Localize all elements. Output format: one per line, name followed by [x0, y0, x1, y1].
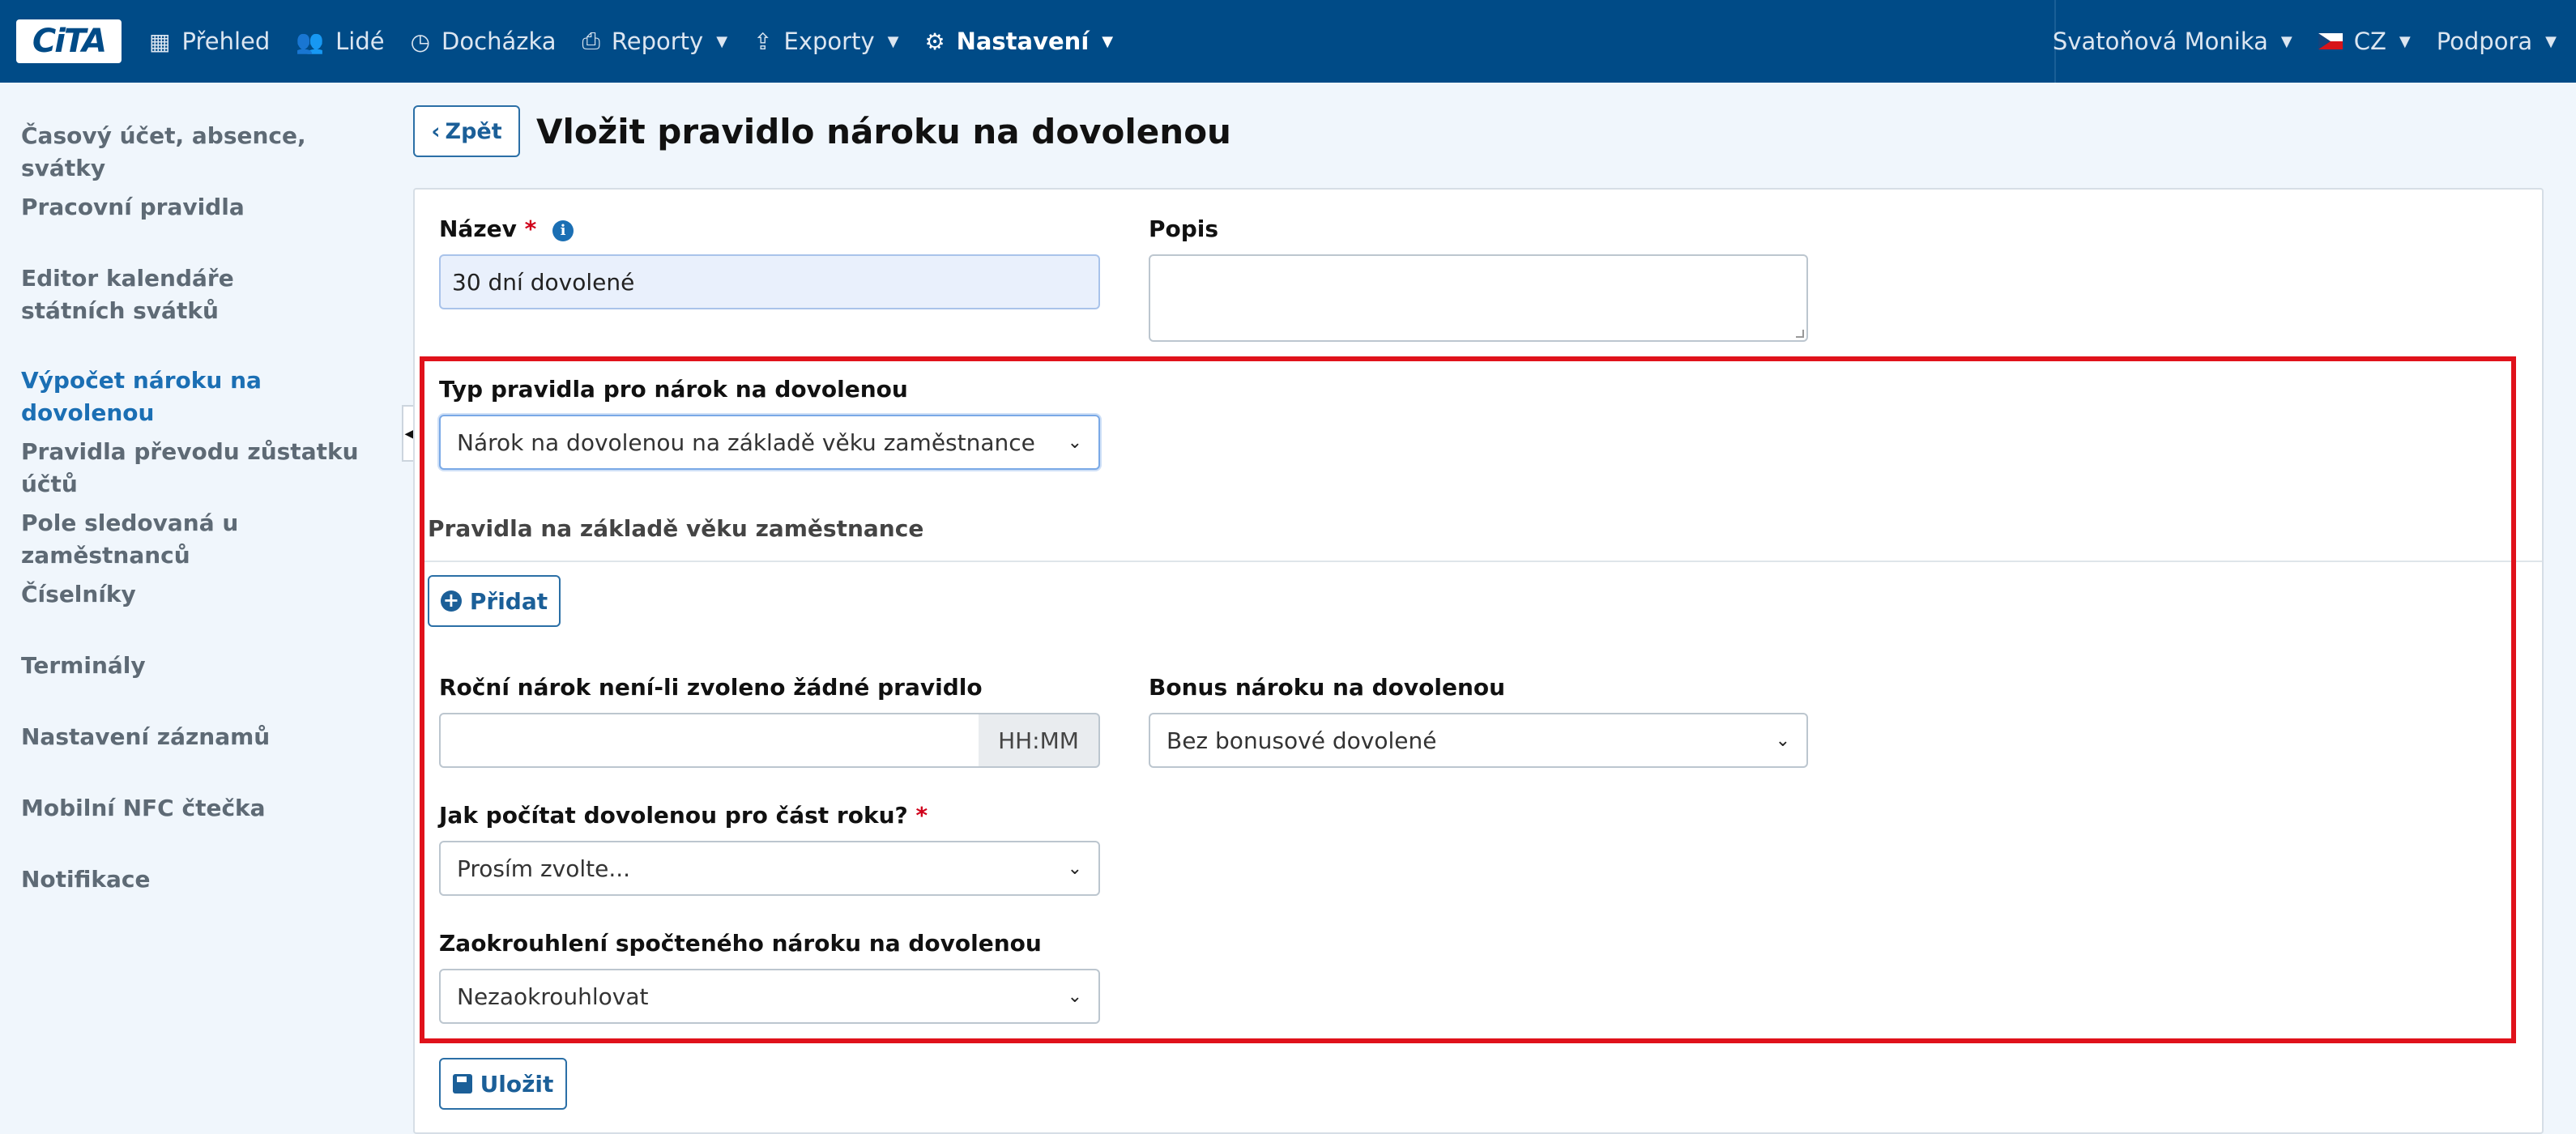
nav-item-dochazka[interactable]: ◷ Docházka	[398, 0, 569, 83]
back-button-label: Zpět	[445, 118, 502, 144]
name-input[interactable]: 30 dní dovolené	[439, 254, 1100, 309]
brand[interactable]: CiTA	[0, 0, 138, 83]
nav-item-nastaveni[interactable]: ⚙ Nastavení ▼	[911, 0, 1126, 83]
info-icon[interactable]: i	[552, 220, 574, 241]
nav-item-label: Přehled	[181, 28, 271, 55]
sidebar-item-balance-transfer[interactable]: Pravidla převodu zůstatku účtů	[0, 436, 389, 501]
nav-item-prehled[interactable]: ▦ Přehled	[138, 0, 283, 83]
sidebar-item-time-account[interactable]: Časový účet, absence, svátky	[0, 120, 389, 185]
partial-year-label: Jak počítat dovolenou pro část roku? *	[439, 802, 928, 829]
resize-grip-icon[interactable]	[1796, 330, 1804, 338]
nav-item-lide[interactable]: 👥 Lidé	[283, 0, 397, 83]
partial-year-value: Prosím zvolte...	[457, 855, 631, 882]
users-icon: 👥	[296, 28, 325, 55]
chevron-left-icon: ‹	[431, 118, 441, 144]
nav-item-label: Docházka	[441, 28, 557, 55]
support-label: Podpora	[2436, 28, 2533, 55]
partial-year-label-text: Jak počítat dovolenou pro část roku?	[439, 802, 908, 829]
sidebar-item-codebooks[interactable]: Číselníky	[0, 578, 157, 611]
annual-entitlement-label: Roční nárok není-li zvoleno žádné pravid…	[439, 674, 983, 701]
caret-down-icon: ▼	[2545, 32, 2557, 50]
rule-type-label: Typ pravidla pro nárok na dovolenou	[439, 376, 908, 403]
time-format-label: HH:MM	[998, 727, 1079, 754]
bonus-value: Bez bonusové dovolené	[1166, 727, 1437, 754]
nav-item-exporty[interactable]: ⇪ Exporty ▼	[740, 0, 911, 83]
required-marker: *	[524, 215, 537, 242]
name-input-value: 30 dní dovolené	[452, 268, 635, 296]
language-menu[interactable]: CZ ▼	[2305, 0, 2424, 83]
page-title: Vložit pravidlo nároku na dovolenou	[536, 112, 1231, 151]
print-icon: ⎙	[582, 28, 600, 54]
user-name: Svatoňová Monika	[2052, 28, 2268, 55]
caret-down-icon: ▼	[2280, 32, 2292, 50]
grid-icon: ▦	[149, 28, 171, 55]
chevron-down-icon: ⌄	[1067, 432, 1082, 453]
clock-icon: ◷	[410, 28, 431, 55]
user-menu[interactable]: Svatoňová Monika ▼	[2040, 0, 2305, 83]
sidebar-item-record-settings[interactable]: Nastavení záznamů	[0, 721, 291, 753]
sidebar-item-work-rules[interactable]: Pracovní pravidla	[0, 191, 266, 224]
time-format-addon: HH:MM	[979, 713, 1100, 768]
caret-down-icon: ▼	[887, 32, 899, 50]
caret-down-icon: ▼	[716, 32, 728, 50]
add-rule-button[interactable]: + Přidat	[428, 575, 561, 627]
name-label: Název * i	[439, 215, 574, 242]
save-button[interactable]: Uložit	[439, 1058, 567, 1110]
rule-type-value: Nárok na dovolenou na základě věku zaměs…	[457, 428, 1035, 456]
name-label-text: Název	[439, 215, 517, 242]
export-icon: ⇪	[753, 28, 773, 55]
nav-right: Svatoňová Monika ▼ CZ ▼ Podpora ▼	[2040, 0, 2576, 83]
nav-item-label: Nastavení	[956, 28, 1090, 55]
sidebar-item-holiday-calendar[interactable]: Editor kalendáře státních svátků	[0, 262, 356, 327]
plus-circle-icon: +	[440, 590, 462, 612]
rounding-value: Nezaokrouhlovat	[457, 983, 649, 1010]
chevron-down-icon: ⌄	[1775, 730, 1790, 751]
save-button-label: Uložit	[480, 1070, 554, 1098]
rule-type-select[interactable]: Nárok na dovolenou na základě věku zaměs…	[439, 415, 1100, 470]
gear-icon: ⚙	[924, 28, 945, 55]
nav-item-label: Reporty	[611, 28, 704, 55]
support-menu[interactable]: Podpora ▼	[2424, 0, 2576, 83]
cita-logo[interactable]: CiTA	[16, 19, 122, 63]
sidebar-item-notifications[interactable]: Notifikace	[0, 863, 172, 896]
partial-year-select[interactable]: Prosím zvolte... ⌄	[439, 841, 1100, 896]
chevron-down-icon: ⌄	[1067, 858, 1082, 879]
required-marker: *	[915, 802, 928, 829]
top-navbar: CiTA ▦ Přehled 👥 Lidé ◷ Docházka ⎙ Repor…	[0, 0, 2576, 83]
caret-down-icon: ▼	[2399, 32, 2411, 50]
section-divider	[421, 561, 2542, 562]
nav-item-reporty[interactable]: ⎙ Reporty ▼	[569, 0, 741, 83]
bonus-select[interactable]: Bez bonusové dovolené ⌄	[1149, 713, 1808, 768]
bonus-label: Bonus nároku na dovolenou	[1149, 674, 1506, 701]
czech-flag-icon	[2318, 33, 2343, 49]
description-label: Popis	[1149, 215, 1219, 242]
sidebar-item-employee-fields[interactable]: Pole sledovaná u zaměstnanců	[0, 507, 389, 572]
settings-sidebar: Časový účet, absence, svátky Pracovní pr…	[0, 83, 389, 1134]
annual-entitlement-input[interactable]	[439, 713, 980, 768]
rounding-select[interactable]: Nezaokrouhlovat ⌄	[439, 969, 1100, 1024]
language-label: CZ	[2353, 28, 2386, 55]
age-rules-title: Pravidla na základě věku zaměstnance	[428, 515, 924, 542]
sidebar-item-vacation-entitlement[interactable]: Výpočet nároku na dovolenou	[0, 364, 389, 429]
caret-down-icon: ▼	[1102, 32, 1114, 50]
back-button[interactable]: ‹ Zpět	[413, 105, 520, 157]
sidebar-item-nfc-reader[interactable]: Mobilní NFC čtečka	[0, 792, 287, 825]
floppy-disk-icon	[452, 1074, 472, 1094]
description-textarea[interactable]	[1149, 254, 1808, 342]
sidebar-item-terminals[interactable]: Terminály	[0, 650, 167, 682]
nav-item-label: Lidé	[335, 28, 385, 55]
nav-item-label: Exporty	[783, 28, 875, 55]
add-rule-label: Přidat	[469, 587, 548, 615]
rounding-label: Zaokrouhlení spočteného nároku na dovole…	[439, 930, 1042, 957]
chevron-down-icon: ⌄	[1067, 986, 1082, 1007]
